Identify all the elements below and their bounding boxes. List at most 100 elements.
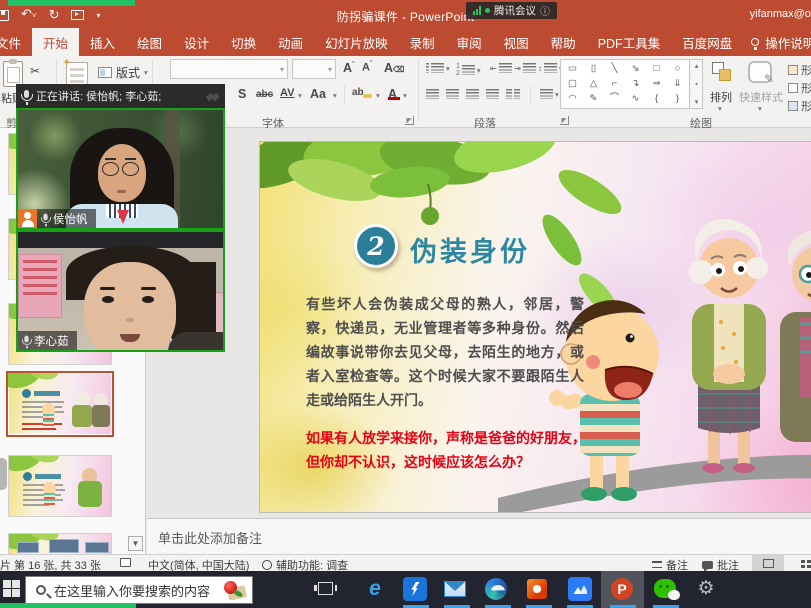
tab-file[interactable]: 文件	[0, 28, 32, 56]
justify-button[interactable]	[486, 89, 499, 99]
font-name-combobox[interactable]: ▾	[170, 59, 288, 79]
slide-canvas[interactable]: 2 伪装身份 有些坏人会伪装成父母的熟人，邻居，警察，快递员，无业管理者等多种身…	[259, 141, 811, 513]
taskbar-search[interactable]: 在这里输入你要搜索的内容	[25, 576, 253, 604]
arrange-label[interactable]: 排列	[710, 89, 732, 105]
wechat-icon[interactable]	[654, 577, 678, 601]
edge-icon[interactable]	[485, 578, 509, 602]
participant-video-2[interactable]: 李心茹	[16, 230, 225, 352]
arrange-caret[interactable]: ▾	[718, 104, 722, 113]
tencent-docs-icon[interactable]	[568, 577, 592, 601]
text-shadow-button[interactable]: S	[238, 87, 246, 101]
tab-slideshow[interactable]: 幻灯片放映	[314, 28, 399, 56]
grow-font-button[interactable]: Aˆ	[343, 61, 354, 75]
tell-me-search[interactable]: 操作说明搜索	[743, 28, 811, 56]
speaking-text: 正在讲话: 侯怡帆; 李心茹;	[36, 88, 161, 104]
font-dialog-launcher[interactable]: ◢	[405, 116, 414, 125]
rose-icon	[224, 581, 246, 601]
arrange-icon[interactable]	[712, 62, 732, 82]
slide-editor-area: 2 伪装身份 有些坏人会伪装成父母的熟人，邻居，警察，快递员，无业管理者等多种身…	[147, 128, 811, 518]
quick-styles-icon[interactable]	[748, 61, 772, 83]
shape-outline-button[interactable]: 形	[788, 80, 811, 96]
screenshare-border-bottom	[0, 603, 136, 608]
participant-video-1[interactable]: 侯怡帆	[16, 108, 225, 230]
microphone-icon	[43, 213, 47, 220]
numbering-button[interactable]: 12▾	[456, 63, 481, 77]
tab-draw[interactable]: 绘图	[126, 28, 173, 56]
columns-button[interactable]	[506, 89, 520, 99]
layout-button[interactable]: 版式 ▾	[98, 64, 148, 81]
thumbnail-slide-17[interactable]	[8, 455, 112, 517]
normal-view-button[interactable]	[752, 555, 784, 572]
tab-design[interactable]: 设计	[173, 28, 220, 56]
thumbnail-slide-16-selected[interactable]	[6, 371, 114, 437]
mail-icon[interactable]	[444, 577, 468, 601]
info-icon[interactable]: ⓘ	[540, 3, 550, 18]
font-color-button[interactable]: A	[388, 87, 400, 100]
change-case-caret[interactable]: ▾	[333, 91, 337, 100]
account-name[interactable]: yifanmax@ou	[750, 8, 811, 20]
quick-styles-label[interactable]: 快速样式	[739, 89, 783, 105]
tab-record[interactable]: 录制	[399, 28, 446, 56]
tab-help[interactable]: 帮助	[540, 28, 587, 56]
paragraph-dialog-launcher[interactable]: ◢	[560, 116, 569, 125]
layout-icon	[98, 67, 112, 78]
align-right-button[interactable]	[466, 89, 479, 99]
spellcheck-icon[interactable]	[120, 557, 135, 569]
thunder-icon[interactable]	[403, 577, 427, 601]
tab-view[interactable]: 视图	[493, 28, 540, 56]
align-left-button[interactable]	[426, 89, 439, 99]
cartoon-grandma	[689, 219, 768, 473]
shape-effects-button[interactable]: 形	[788, 98, 811, 114]
ie-icon[interactable]: e	[363, 577, 387, 601]
bullets-button[interactable]: ▾	[426, 63, 450, 73]
notes-pane[interactable]: 单击此处添加备注	[147, 518, 811, 554]
highlight-caret[interactable]: ▾	[376, 91, 380, 100]
office-icon[interactable]	[527, 579, 551, 603]
meeting-pill-label: 腾讯会议	[494, 3, 536, 18]
shrink-font-button[interactable]: Aˇ	[362, 61, 372, 74]
slide-question-text[interactable]: 如果有人放学来接你，声称是爸爸的好朋友，但你却不认识，这时候应该怎么办？	[306, 426, 594, 474]
strikethrough-button[interactable]: abc	[256, 89, 273, 100]
font-color-caret[interactable]: ▾	[403, 91, 407, 100]
align-center-button[interactable]	[446, 89, 459, 99]
cartoon-grandpa	[780, 230, 811, 469]
tab-insert[interactable]: 插入	[79, 28, 126, 56]
scroll-down-button[interactable]: ▼	[128, 536, 143, 551]
notes-icon	[652, 561, 662, 568]
green-dot-icon	[485, 8, 490, 13]
start-button[interactable]	[3, 580, 20, 597]
slide-sorter-view-button[interactable]	[790, 555, 811, 572]
change-case-button[interactable]: Aa	[310, 87, 326, 101]
shapes-gallery-scroll[interactable]: ▴▪▾	[691, 59, 703, 109]
columns2-button[interactable]: ▾	[540, 89, 559, 99]
slide-number-badge[interactable]: 2	[354, 224, 398, 268]
task-view-icon[interactable]	[318, 582, 333, 595]
microphone-icon	[24, 90, 29, 98]
font-size-combobox[interactable]: ▾	[292, 59, 336, 79]
tab-review[interactable]: 审阅	[446, 28, 493, 56]
tab-transitions[interactable]: 切换	[220, 28, 267, 56]
highlight-button[interactable]: ab▂	[352, 87, 371, 98]
tab-pdf-tools[interactable]: PDF工具集	[587, 28, 672, 56]
microphone-icon	[24, 335, 28, 342]
slide-body-text[interactable]: 有些坏人会伪装成父母的熟人，邻居，警察，快递员，无业管理者等多种身份。然后编故事…	[306, 292, 584, 412]
tab-animations[interactable]: 动画	[267, 28, 314, 56]
shapes-gallery[interactable]: ▭▯╲⇘□○ ▢△⌐↴⇒⇓ ◠✎⌒∿{}	[560, 59, 690, 109]
shape-fill-button[interactable]: 形	[788, 62, 811, 78]
powerpoint-icon[interactable]: P	[611, 578, 635, 602]
tab-baidu-netdisk[interactable]: 百度网盘	[671, 28, 743, 56]
character-spacing-caret[interactable]: ▾	[298, 91, 302, 100]
character-spacing-button[interactable]: AV	[280, 87, 294, 99]
cut-icon[interactable]: ✂	[30, 64, 40, 78]
clear-formatting-button[interactable]: A⌫	[384, 61, 404, 75]
panel-drag-handle[interactable]	[0, 458, 7, 490]
tab-home[interactable]: 开始	[32, 28, 79, 56]
slide-title[interactable]: 伪装身份	[410, 230, 530, 269]
decrease-indent-button[interactable]: ⇤	[490, 63, 512, 73]
meeting-pill[interactable]: 腾讯会议 ⓘ	[466, 2, 557, 19]
meeting-overlay[interactable]: 正在讲话: 侯怡帆; 李心茹; ◆◆ 侯怡帆 李心茹	[16, 84, 225, 352]
settings-gear-icon[interactable]: ⚙	[694, 577, 718, 601]
increase-indent-button[interactable]: ⇥	[514, 63, 536, 73]
quick-styles-caret[interactable]: ▾	[758, 104, 762, 113]
layout-label: 版式	[116, 64, 140, 81]
